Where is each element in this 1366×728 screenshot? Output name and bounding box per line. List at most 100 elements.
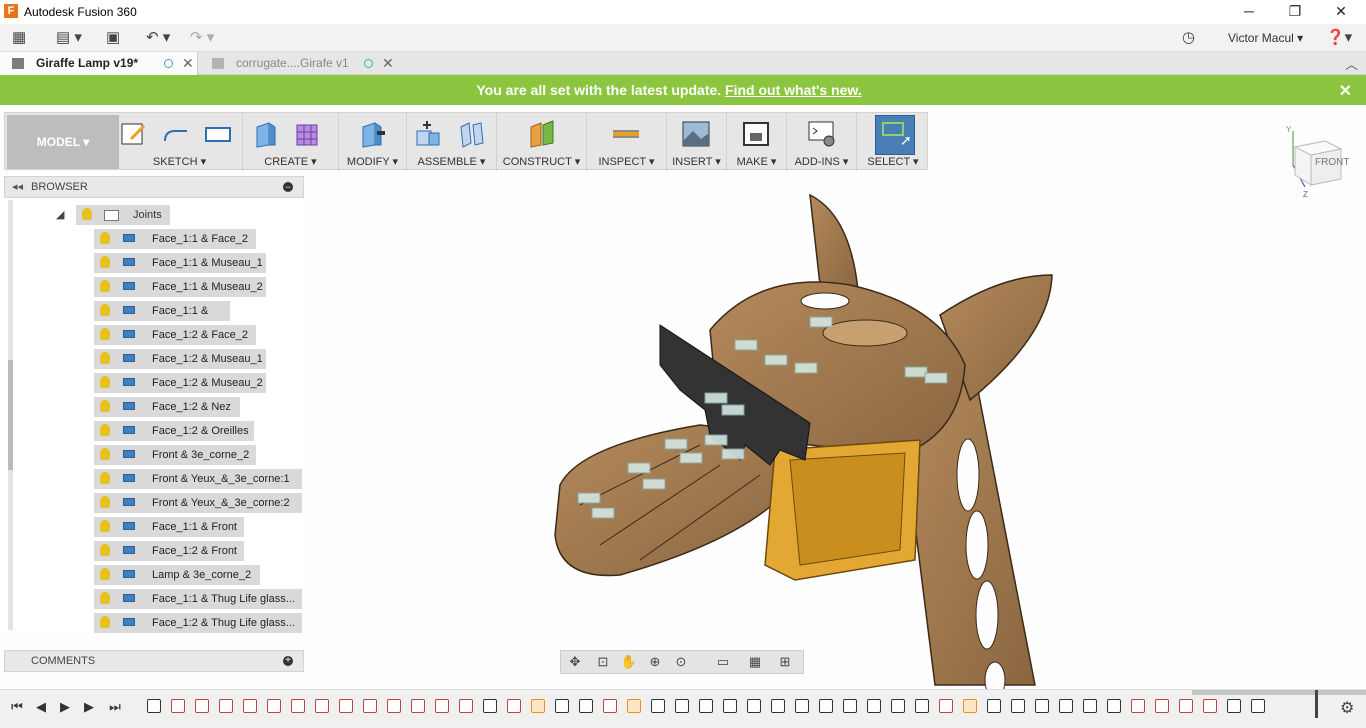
workspace-switcher[interactable]: MODEL ▾ [7,115,119,169]
timeline-feature[interactable] [555,699,569,713]
timeline-feature[interactable] [939,699,953,713]
select-icon[interactable]: ➚ [875,115,915,155]
timeline-feature[interactable] [843,699,857,713]
timeline-feature[interactable] [1131,699,1145,713]
fit-icon[interactable]: ⊙ [671,654,691,670]
timeline-feature[interactable] [459,699,473,713]
zoom-icon[interactable]: ⊕ [645,654,665,670]
visibility-bulb-icon[interactable] [100,568,110,580]
new-component-icon[interactable] [413,119,443,149]
create-group[interactable]: CREATE ▾ [243,113,339,171]
canvas-image-icon[interactable] [681,119,711,149]
create-sketch-icon[interactable] [119,119,149,149]
extrude-icon[interactable] [251,119,281,149]
visibility-bulb-icon[interactable] [100,256,110,268]
go-to-start-icon[interactable]: ⏮ [8,698,26,716]
timeline-feature[interactable] [411,699,425,713]
expand-triangle-icon[interactable]: ◢ [56,205,64,225]
close-tab-icon[interactable]: ✕ [382,52,394,75]
close-icon[interactable]: ✕ [1318,0,1364,24]
pan-icon[interactable]: ✋ [619,654,639,670]
timeline-feature[interactable] [1227,699,1241,713]
timeline-feature[interactable] [867,699,881,713]
sketch-group[interactable]: SKETCH ▾ [117,113,243,171]
orbit-icon[interactable]: ✥ [565,654,585,670]
scripts-addins-icon[interactable] [807,119,837,149]
3d-print-icon[interactable] [741,119,771,149]
joint-item[interactable]: Face_1:1 & Face_2 [94,229,256,249]
close-banner-icon[interactable]: ✕ [1339,81,1352,101]
select-group[interactable]: ➚ SELECT ▾ [857,113,929,171]
minimize-icon[interactable]: ─ [1226,0,1272,24]
comments-panel[interactable]: COMMENTS + [4,650,304,672]
restore-icon[interactable]: ❐ [1272,0,1318,24]
joint-item[interactable]: Face_1:1 & Front [94,517,244,537]
file-icon[interactable]: ▤ ▾ [56,28,82,48]
timeline-feature[interactable] [315,699,329,713]
timeline-feature[interactable] [1155,699,1169,713]
timeline-feature[interactable] [291,699,305,713]
viewports-icon[interactable]: ⊞ [775,654,795,670]
play-icon[interactable]: ▶ [56,698,74,716]
modify-group[interactable]: MODIFY ▾ [339,113,407,171]
joint-item[interactable]: Face_1:2 & Front [94,541,244,561]
timeline-feature[interactable] [363,699,377,713]
timeline-feature[interactable] [987,699,1001,713]
timeline-feature[interactable] [915,699,929,713]
joints-folder[interactable]: ◢ Joints [56,205,170,225]
view-cube[interactable]: Y Z FRONT [1285,125,1357,199]
visibility-bulb-icon[interactable] [82,208,92,220]
timeline-feature[interactable] [339,699,353,713]
go-to-end-icon[interactable]: ⏭ [106,698,124,716]
joint-item[interactable]: Face_1:2 & Oreilles [94,421,254,441]
visibility-bulb-icon[interactable] [100,472,110,484]
timeline-feature[interactable] [219,699,233,713]
joint-item[interactable]: Face_1:1 & Nez [94,301,230,337]
close-tab-icon[interactable]: ✕ [182,52,194,75]
visibility-bulb-icon[interactable] [100,280,110,292]
visibility-bulb-icon[interactable] [100,448,110,460]
minus-icon[interactable]: − [283,182,293,192]
collapse-icon[interactable]: ◂◂ [12,180,23,193]
make-group[interactable]: MAKE ▾ [727,113,787,171]
save-icon[interactable]: ▣ [106,28,120,48]
visibility-bulb-icon[interactable] [100,544,110,556]
press-pull-icon[interactable] [357,119,387,149]
add-comment-icon[interactable]: + [283,656,293,666]
tab-giraffe-lamp[interactable]: Giraffe Lamp v19* ✕ [0,52,198,75]
timeline-feature[interactable] [771,699,785,713]
joint-item[interactable]: Front & 3e_corne_2 [94,445,256,465]
timeline-feature[interactable] [603,699,617,713]
addins-group[interactable]: ADD-INS ▾ [787,113,857,171]
undo-icon[interactable]: ↶ ▾ [146,28,170,48]
timeline-feature[interactable] [723,699,737,713]
visibility-bulb-icon[interactable] [100,232,110,244]
timeline-feature[interactable] [747,699,761,713]
timeline-feature[interactable] [1251,699,1265,713]
timeline-feature[interactable] [267,699,281,713]
timeline-feature[interactable] [627,699,641,713]
timeline-feature[interactable] [675,699,689,713]
user-menu[interactable]: Victor Macul ▾ [1228,31,1303,45]
joint-item[interactable]: Face_1:1 & Museau_1 [94,253,266,273]
look-at-icon[interactable]: ⊡ [593,654,613,670]
timeline-feature[interactable] [435,699,449,713]
display-settings-icon[interactable]: ▭ [713,654,733,670]
construct-group[interactable]: CONSTRUCT ▾ [497,113,587,171]
timeline-feature[interactable] [1035,699,1049,713]
rectangle-icon[interactable] [203,119,233,149]
timeline-feature[interactable] [171,699,185,713]
help-icon[interactable]: ❓▾ [1326,28,1352,48]
timeline-feature[interactable] [579,699,593,713]
timeline-feature[interactable] [243,699,257,713]
timeline-feature[interactable] [963,699,977,713]
visibility-bulb-icon[interactable] [100,304,110,316]
visibility-bulb-icon[interactable] [100,424,110,436]
visibility-bulb-icon[interactable] [100,496,110,508]
viewcube-front-label[interactable]: FRONT [1315,157,1349,168]
timeline-scrollbar[interactable] [1192,690,1366,695]
joint-item[interactable]: Face_1:2 & Thug Life glass... [94,613,302,633]
tab-corrugate[interactable]: corrugate....Girafe v1 ✕ [200,52,398,75]
measure-icon[interactable] [611,119,641,149]
timeline-feature[interactable] [795,699,809,713]
